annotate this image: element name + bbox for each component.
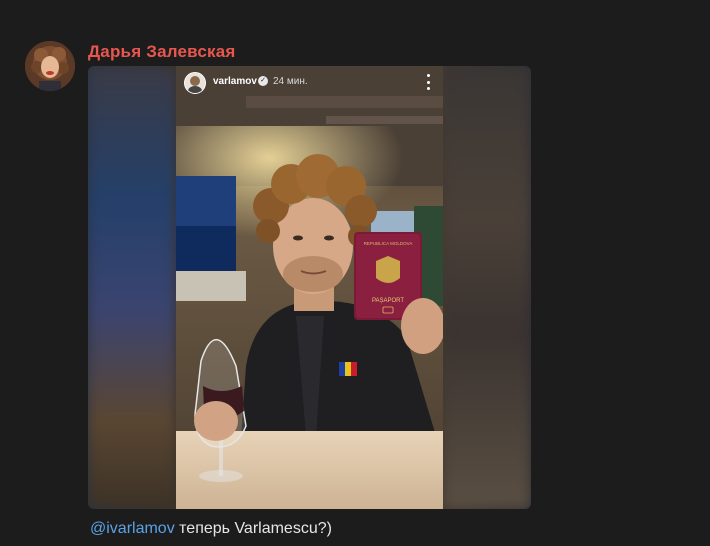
story-user-avatar[interactable] xyxy=(184,72,206,94)
caption-text: теперь Varlamescu?) xyxy=(174,520,332,537)
story-screenshot-image[interactable]: REPUBLICA MOLDOVA PAȘAPORT varlamov ✓ 24… xyxy=(88,66,531,509)
user-mention-link[interactable]: @ivarlamov xyxy=(90,520,175,537)
chat-view: Дарья Залевская REPUBLICA MOLDOVA PAȘAPO… xyxy=(0,0,710,546)
image-blur-right xyxy=(443,66,531,509)
more-vertical-icon[interactable] xyxy=(425,74,431,90)
story-header: varlamov ✓ 24 мин. xyxy=(176,66,443,98)
passport-label: PAȘAPORT xyxy=(372,298,404,304)
sender-avatar[interactable] xyxy=(25,41,75,91)
verified-icon: ✓ xyxy=(258,76,268,86)
story-username[interactable]: varlamov xyxy=(213,76,257,87)
story-frame: REPUBLICA MOLDOVA PAȘAPORT varlamov ✓ 24… xyxy=(176,66,443,509)
passport-country: REPUBLICA MOLDOVA xyxy=(364,241,413,246)
message-caption: @ivarlamov теперь Varlamescu?) xyxy=(90,520,332,538)
image-blur-left xyxy=(88,66,176,509)
sender-name[interactable]: Дарья Залевская xyxy=(88,42,236,62)
story-photo: REPUBLICA MOLDOVA PAȘAPORT xyxy=(176,66,443,509)
story-timestamp: 24 мин. xyxy=(273,76,308,87)
